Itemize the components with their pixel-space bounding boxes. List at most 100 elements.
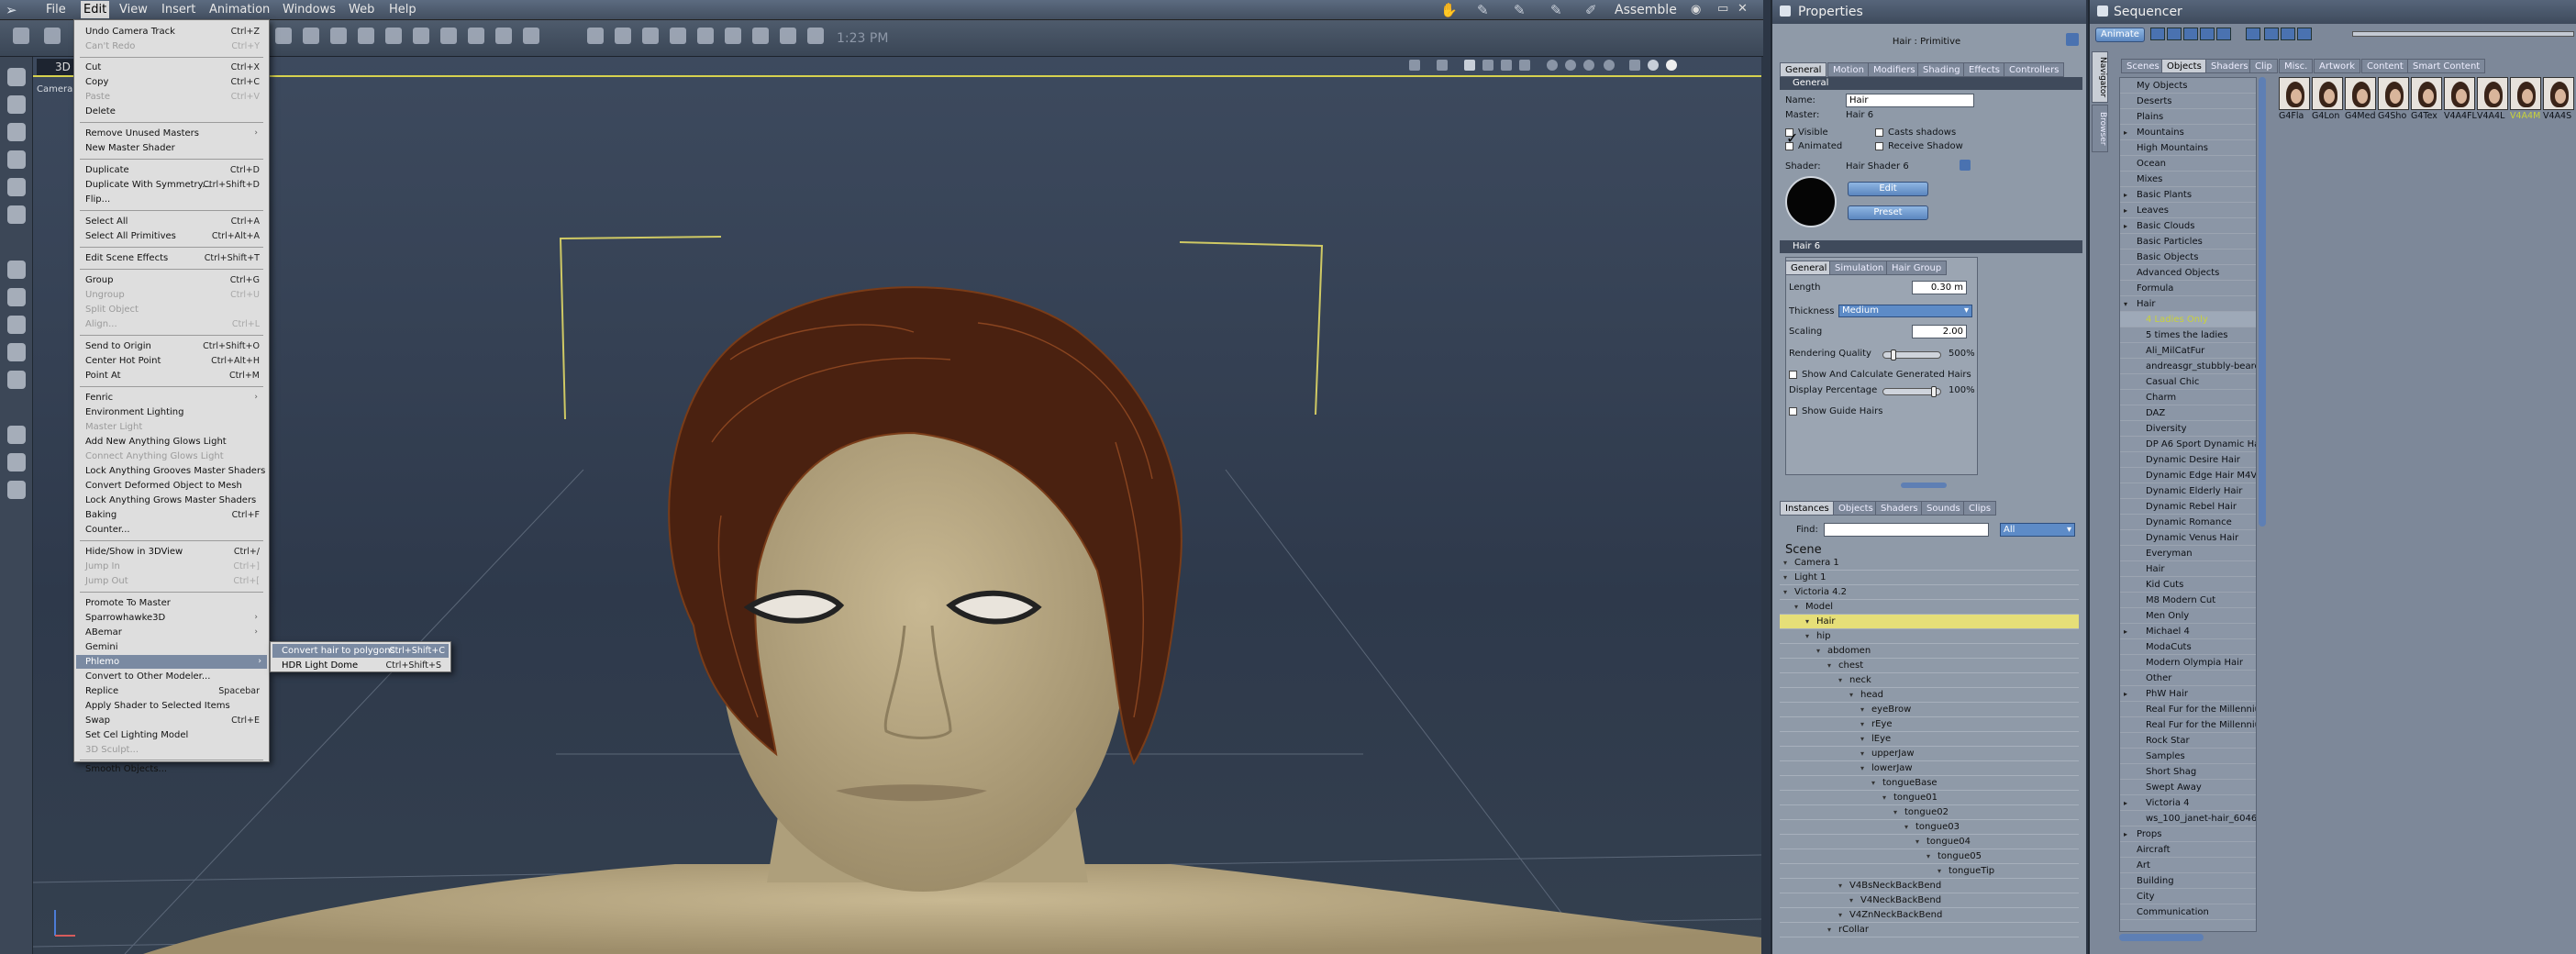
tree-expand-icon[interactable]: ▾ — [1860, 703, 1864, 717]
eye-icon[interactable]: ◉ — [1691, 3, 1701, 17]
scene-tree-row[interactable]: ▾ eyeBrow — [1780, 703, 2079, 717]
chevron-right-icon[interactable]: ▸ — [2124, 203, 2127, 218]
tree-expand-icon[interactable]: ▾ — [1938, 864, 1941, 879]
animated-checkbox[interactable] — [1785, 142, 1793, 150]
library-hscrollbar[interactable] — [2119, 934, 2204, 941]
tree-expand-icon[interactable]: ▾ — [1805, 615, 1809, 629]
scene-tree-row[interactable]: ▾ Model — [1780, 600, 2079, 615]
library-item[interactable]: ws_100_janet-hair_60462 — [2120, 811, 2256, 826]
scene-tree-row[interactable]: ▾ rCollar — [1780, 923, 2079, 937]
scene-tree-row[interactable]: ▾ V4ZnNeckBackBend — [1780, 908, 2079, 923]
length-field[interactable]: 0.30 m — [1912, 281, 1967, 294]
scene-tree-row[interactable]: ▾ upperJaw — [1780, 747, 2079, 761]
library-item[interactable]: M8 Modern Cut — [2120, 593, 2256, 608]
close-icon[interactable]: ✕ — [1738, 2, 1748, 16]
tree-expand-icon[interactable]: ▾ — [1860, 747, 1864, 761]
tree-expand-icon[interactable]: ▾ — [1827, 659, 1831, 673]
visible-checkbox[interactable]: ✓ — [1785, 128, 1798, 147]
library-item[interactable]: High Mountains — [2120, 140, 2256, 156]
find-input[interactable] — [1824, 523, 1989, 537]
hair-thumbnail[interactable] — [2378, 77, 2409, 110]
tab-shaders[interactable]: Shaders — [1875, 501, 1924, 516]
library-item[interactable]: Dynamic Venus Hair — [2120, 530, 2256, 546]
metablob-icon[interactable] — [523, 28, 539, 44]
key-prev-icon[interactable] — [2264, 28, 2279, 40]
library-item[interactable]: ▸ Basic Plants — [2120, 187, 2256, 203]
library-item[interactable]: ModaCuts — [2120, 639, 2256, 655]
scene-tree-row[interactable]: ▾ tongueBase — [1780, 776, 2079, 791]
tab-hair-group[interactable]: Hair Group — [1886, 261, 1948, 275]
collapse-icon[interactable] — [2097, 6, 2108, 17]
menu-item-replice[interactable]: Replice Spacebar — [85, 684, 263, 698]
scaling-field[interactable]: 2.00 — [1912, 325, 1967, 338]
library-item[interactable]: ▸ Victoria 4 — [2120, 795, 2256, 811]
network-icon[interactable] — [752, 28, 769, 44]
library-item[interactable]: Hair — [2120, 561, 2256, 577]
tab-clips[interactable]: Clips — [1963, 501, 1997, 516]
tree-expand-icon[interactable]: ▾ — [1860, 717, 1864, 732]
library-item[interactable]: Diversity — [2120, 421, 2256, 437]
library-item[interactable]: Formula — [2120, 281, 2256, 296]
menu-insert[interactable]: Insert — [161, 3, 195, 17]
paint-tool-icon[interactable] — [44, 28, 61, 44]
library-item[interactable]: My Objects — [2120, 78, 2256, 94]
library-item[interactable]: Everyman — [2120, 546, 2256, 561]
menu-item-apply-shader[interactable]: Apply Shader to Selected Items — [85, 699, 263, 713]
cone-icon[interactable] — [385, 28, 402, 44]
scene-tree-row[interactable]: ▾ V4BsNeckBackBend — [1780, 879, 2079, 893]
scene-tree-row[interactable]: ▾ lEye — [1780, 732, 2079, 747]
slider-handle[interactable] — [1891, 349, 1896, 361]
pen-icon[interactable]: ✎ — [1514, 2, 1526, 18]
tree-expand-icon[interactable]: ▾ — [1849, 688, 1853, 703]
library-item[interactable]: Dynamic Elderly Hair — [2120, 483, 2256, 499]
menu-view[interactable]: View — [119, 3, 148, 17]
casts-shadows-checkbox[interactable] — [1875, 128, 1883, 137]
menu-item-select-all-primitives[interactable]: Select All Primitives Ctrl+Alt+A — [85, 229, 263, 243]
menu-item-select-all[interactable]: Select All Ctrl+A — [85, 215, 263, 228]
menu-item-fenric[interactable]: Fenric › — [85, 391, 263, 405]
library-item[interactable]: 5 times the ladies — [2120, 327, 2256, 343]
menu-file[interactable]: File — [46, 3, 66, 17]
tab-modifiers[interactable]: Modifiers — [1868, 62, 1921, 77]
menu-item-send-to-origin[interactable]: Send to Origin Ctrl+Shift+O — [85, 339, 263, 353]
tree-expand-icon[interactable]: ▾ — [1827, 923, 1831, 937]
library-item[interactable]: Ali_MilCatFur — [2120, 343, 2256, 359]
tree-expand-icon[interactable]: ▾ — [1838, 908, 1842, 923]
wand-icon[interactable] — [807, 28, 824, 44]
terrain-icon[interactable] — [413, 28, 429, 44]
tab-sounds[interactable]: Sounds — [1921, 501, 1966, 516]
tree-expand-icon[interactable]: ▾ — [1893, 805, 1897, 820]
menu-item-phlemo[interactable]: Phlemo › — [76, 655, 267, 669]
scene-tree-row[interactable]: ▾ tongue03 — [1780, 820, 2079, 835]
tree-expand-icon[interactable]: ▾ — [1783, 585, 1787, 600]
menu-windows[interactable]: Windows — [283, 3, 336, 17]
library-item[interactable]: Dynamic Edge Hair M4V4 — [2120, 468, 2256, 483]
library-item[interactable]: Advanced Objects — [2120, 265, 2256, 281]
menu-item-remove-unused-masters[interactable]: Remove Unused Masters › — [85, 127, 263, 140]
menu-item-add-glows-light[interactable]: Add New Anything Glows Light — [85, 435, 263, 449]
hair-thumbnail[interactable] — [2510, 77, 2541, 110]
scene-tree-row[interactable]: ▾ Camera 1 — [1780, 556, 2079, 571]
scene-tree-row[interactable]: ▾ neck — [1780, 673, 2079, 688]
scene-tree-row[interactable]: ▾ hip — [1780, 629, 2079, 644]
gear-icon[interactable] — [330, 28, 347, 44]
edit-shader-button[interactable]: Edit — [1848, 182, 1928, 196]
menu-item-counter[interactable]: Counter... — [85, 523, 263, 537]
section-general[interactable]: General — [1780, 77, 2082, 90]
library-item[interactable]: ▸ Basic Clouds — [2120, 218, 2256, 234]
library-item[interactable]: Building — [2120, 873, 2256, 889]
tab-controllers[interactable]: Controllers — [2004, 62, 2065, 77]
library-item[interactable]: Ocean — [2120, 156, 2256, 172]
tab-content[interactable]: Content — [2361, 59, 2409, 73]
tree-expand-icon[interactable]: ▾ — [1860, 761, 1864, 776]
play-icon[interactable] — [2183, 28, 2198, 40]
scene-tree-row[interactable]: ▾ lowerJaw — [1780, 761, 2079, 776]
scene-tree-row[interactable]: ▾ tongue05 — [1780, 849, 2079, 864]
library-item[interactable]: ▸ Michael 4 — [2120, 624, 2256, 639]
loop-icon[interactable] — [2246, 28, 2260, 40]
tab-lib-shaders[interactable]: Shaders — [2205, 59, 2254, 73]
menu-web[interactable]: Web — [349, 3, 374, 17]
menu-item-lock-grows-shaders[interactable]: Lock Anything Grows Master Shaders — [85, 494, 263, 507]
tree-expand-icon[interactable]: ▾ — [1838, 673, 1842, 688]
scene-tree-row[interactable]: ▾ Light 1 — [1780, 571, 2079, 585]
